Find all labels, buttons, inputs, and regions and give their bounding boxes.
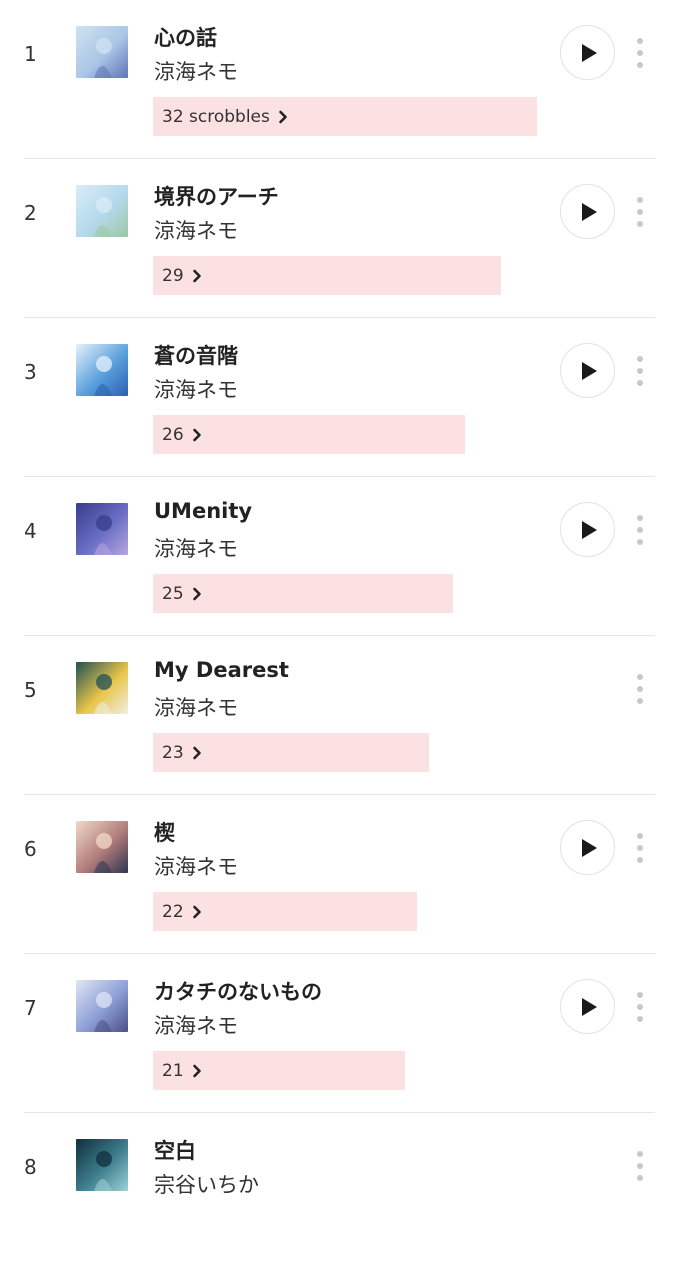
chevron-right-icon — [192, 269, 202, 283]
track-row[interactable]: 6 楔涼海ネモ 22 — [24, 795, 655, 954]
track-rank: 5 — [24, 678, 37, 702]
more-options-icon[interactable] — [630, 833, 650, 863]
track-rank: 8 — [24, 1155, 37, 1179]
scrobbles-count: 32 scrobbles — [162, 106, 270, 127]
more-options-icon[interactable] — [630, 674, 650, 704]
track-row[interactable]: 8 空白宗谷いちか — [24, 1113, 655, 1271]
track-artist[interactable]: 涼海ネモ — [154, 692, 238, 722]
scrobbles-count: 26 — [162, 424, 184, 445]
album-art[interactable] — [76, 1139, 128, 1191]
track-rank: 2 — [24, 201, 37, 225]
play-button[interactable] — [560, 502, 615, 557]
chevron-right-icon — [278, 110, 288, 124]
scrobbles-bar[interactable]: 25 — [153, 574, 453, 613]
scrobbles-count: 25 — [162, 583, 184, 604]
play-icon — [579, 201, 599, 223]
track-title[interactable]: 楔 — [154, 817, 175, 847]
track-row[interactable]: 1 心の話涼海ネモ 32 scrobbles — [24, 0, 655, 159]
track-list: 1 心の話 涼海ネモ 32 scrobbles 2 境界のアーチ 涼海ネモ 29 3 蒼の音階 涼海… — [0, 0, 679, 1271]
chevron-right-icon — [192, 1064, 202, 1078]
scrobbles-bar[interactable]: 21 — [153, 1051, 405, 1090]
track-row[interactable]: 3 蒼の音階涼海ネモ 26 — [24, 318, 655, 477]
track-artist[interactable]: 涼海ネモ — [154, 533, 238, 563]
track-rank: 1 — [24, 42, 37, 66]
track-title[interactable]: 心の話 — [154, 22, 217, 52]
track-title[interactable]: 境界のアーチ — [154, 181, 279, 211]
scrobbles-bar[interactable]: 32 scrobbles — [153, 97, 537, 136]
scrobbles-bar[interactable]: 26 — [153, 415, 465, 454]
scrobbles-bar[interactable]: 29 — [153, 256, 501, 295]
more-options-icon[interactable] — [630, 197, 650, 227]
scrobbles-bar[interactable]: 23 — [153, 733, 429, 772]
track-rank: 3 — [24, 360, 37, 384]
track-artist[interactable]: 涼海ネモ — [154, 1010, 238, 1040]
more-options-icon[interactable] — [630, 38, 650, 68]
track-rank: 6 — [24, 837, 37, 861]
track-title[interactable]: My Dearest — [154, 658, 289, 682]
play-icon — [579, 996, 599, 1018]
play-button[interactable] — [560, 25, 615, 80]
scrobbles-bar[interactable]: 22 — [153, 892, 417, 931]
album-art[interactable] — [76, 662, 128, 714]
chevron-right-icon — [192, 428, 202, 442]
track-row[interactable]: 5 My Dearest 涼海ネモ 23 — [24, 636, 655, 795]
more-options-icon[interactable] — [630, 515, 650, 545]
album-art[interactable] — [76, 344, 128, 396]
play-button[interactable] — [560, 343, 615, 398]
chevron-right-icon — [192, 905, 202, 919]
more-options-icon[interactable] — [630, 1151, 650, 1181]
scrobbles-count: 21 — [162, 1060, 184, 1081]
scrobbles-count: 29 — [162, 265, 184, 286]
album-art[interactable] — [76, 503, 128, 555]
play-button[interactable] — [560, 184, 615, 239]
track-rank: 4 — [24, 519, 37, 543]
scrobbles-count: 23 — [162, 742, 184, 763]
play-icon — [579, 519, 599, 541]
track-artist[interactable]: 涼海ネモ — [154, 374, 238, 404]
track-artist[interactable]: 涼海ネモ — [154, 56, 238, 86]
album-art[interactable] — [76, 980, 128, 1032]
scrobbles-count: 22 — [162, 901, 184, 922]
album-art[interactable] — [76, 26, 128, 78]
track-title[interactable]: 蒼の音階 — [154, 340, 238, 370]
track-title[interactable]: カタチのないもの — [154, 976, 322, 1006]
play-icon — [579, 837, 599, 859]
track-title[interactable]: UMenity — [154, 499, 252, 523]
play-icon — [579, 42, 599, 64]
track-artist[interactable]: 涼海ネモ — [154, 215, 238, 245]
track-row[interactable]: 4 UMenity 涼海ネモ 25 — [24, 477, 655, 636]
play-icon — [579, 360, 599, 382]
track-artist[interactable]: 涼海ネモ — [154, 851, 238, 881]
album-art[interactable] — [76, 821, 128, 873]
track-rank: 7 — [24, 996, 37, 1020]
track-artist[interactable]: 宗谷いちか — [154, 1169, 259, 1199]
track-row[interactable]: 7 カタチのないもの 涼海ネモ 21 — [24, 954, 655, 1113]
play-button[interactable] — [560, 979, 615, 1034]
track-row[interactable]: 2 境界のアーチ 涼海ネモ 29 — [24, 159, 655, 318]
track-title[interactable]: 空白 — [154, 1135, 196, 1165]
album-art[interactable] — [76, 185, 128, 237]
chevron-right-icon — [192, 587, 202, 601]
more-options-icon[interactable] — [630, 992, 650, 1022]
play-button[interactable] — [560, 820, 615, 875]
chevron-right-icon — [192, 746, 202, 760]
more-options-icon[interactable] — [630, 356, 650, 386]
